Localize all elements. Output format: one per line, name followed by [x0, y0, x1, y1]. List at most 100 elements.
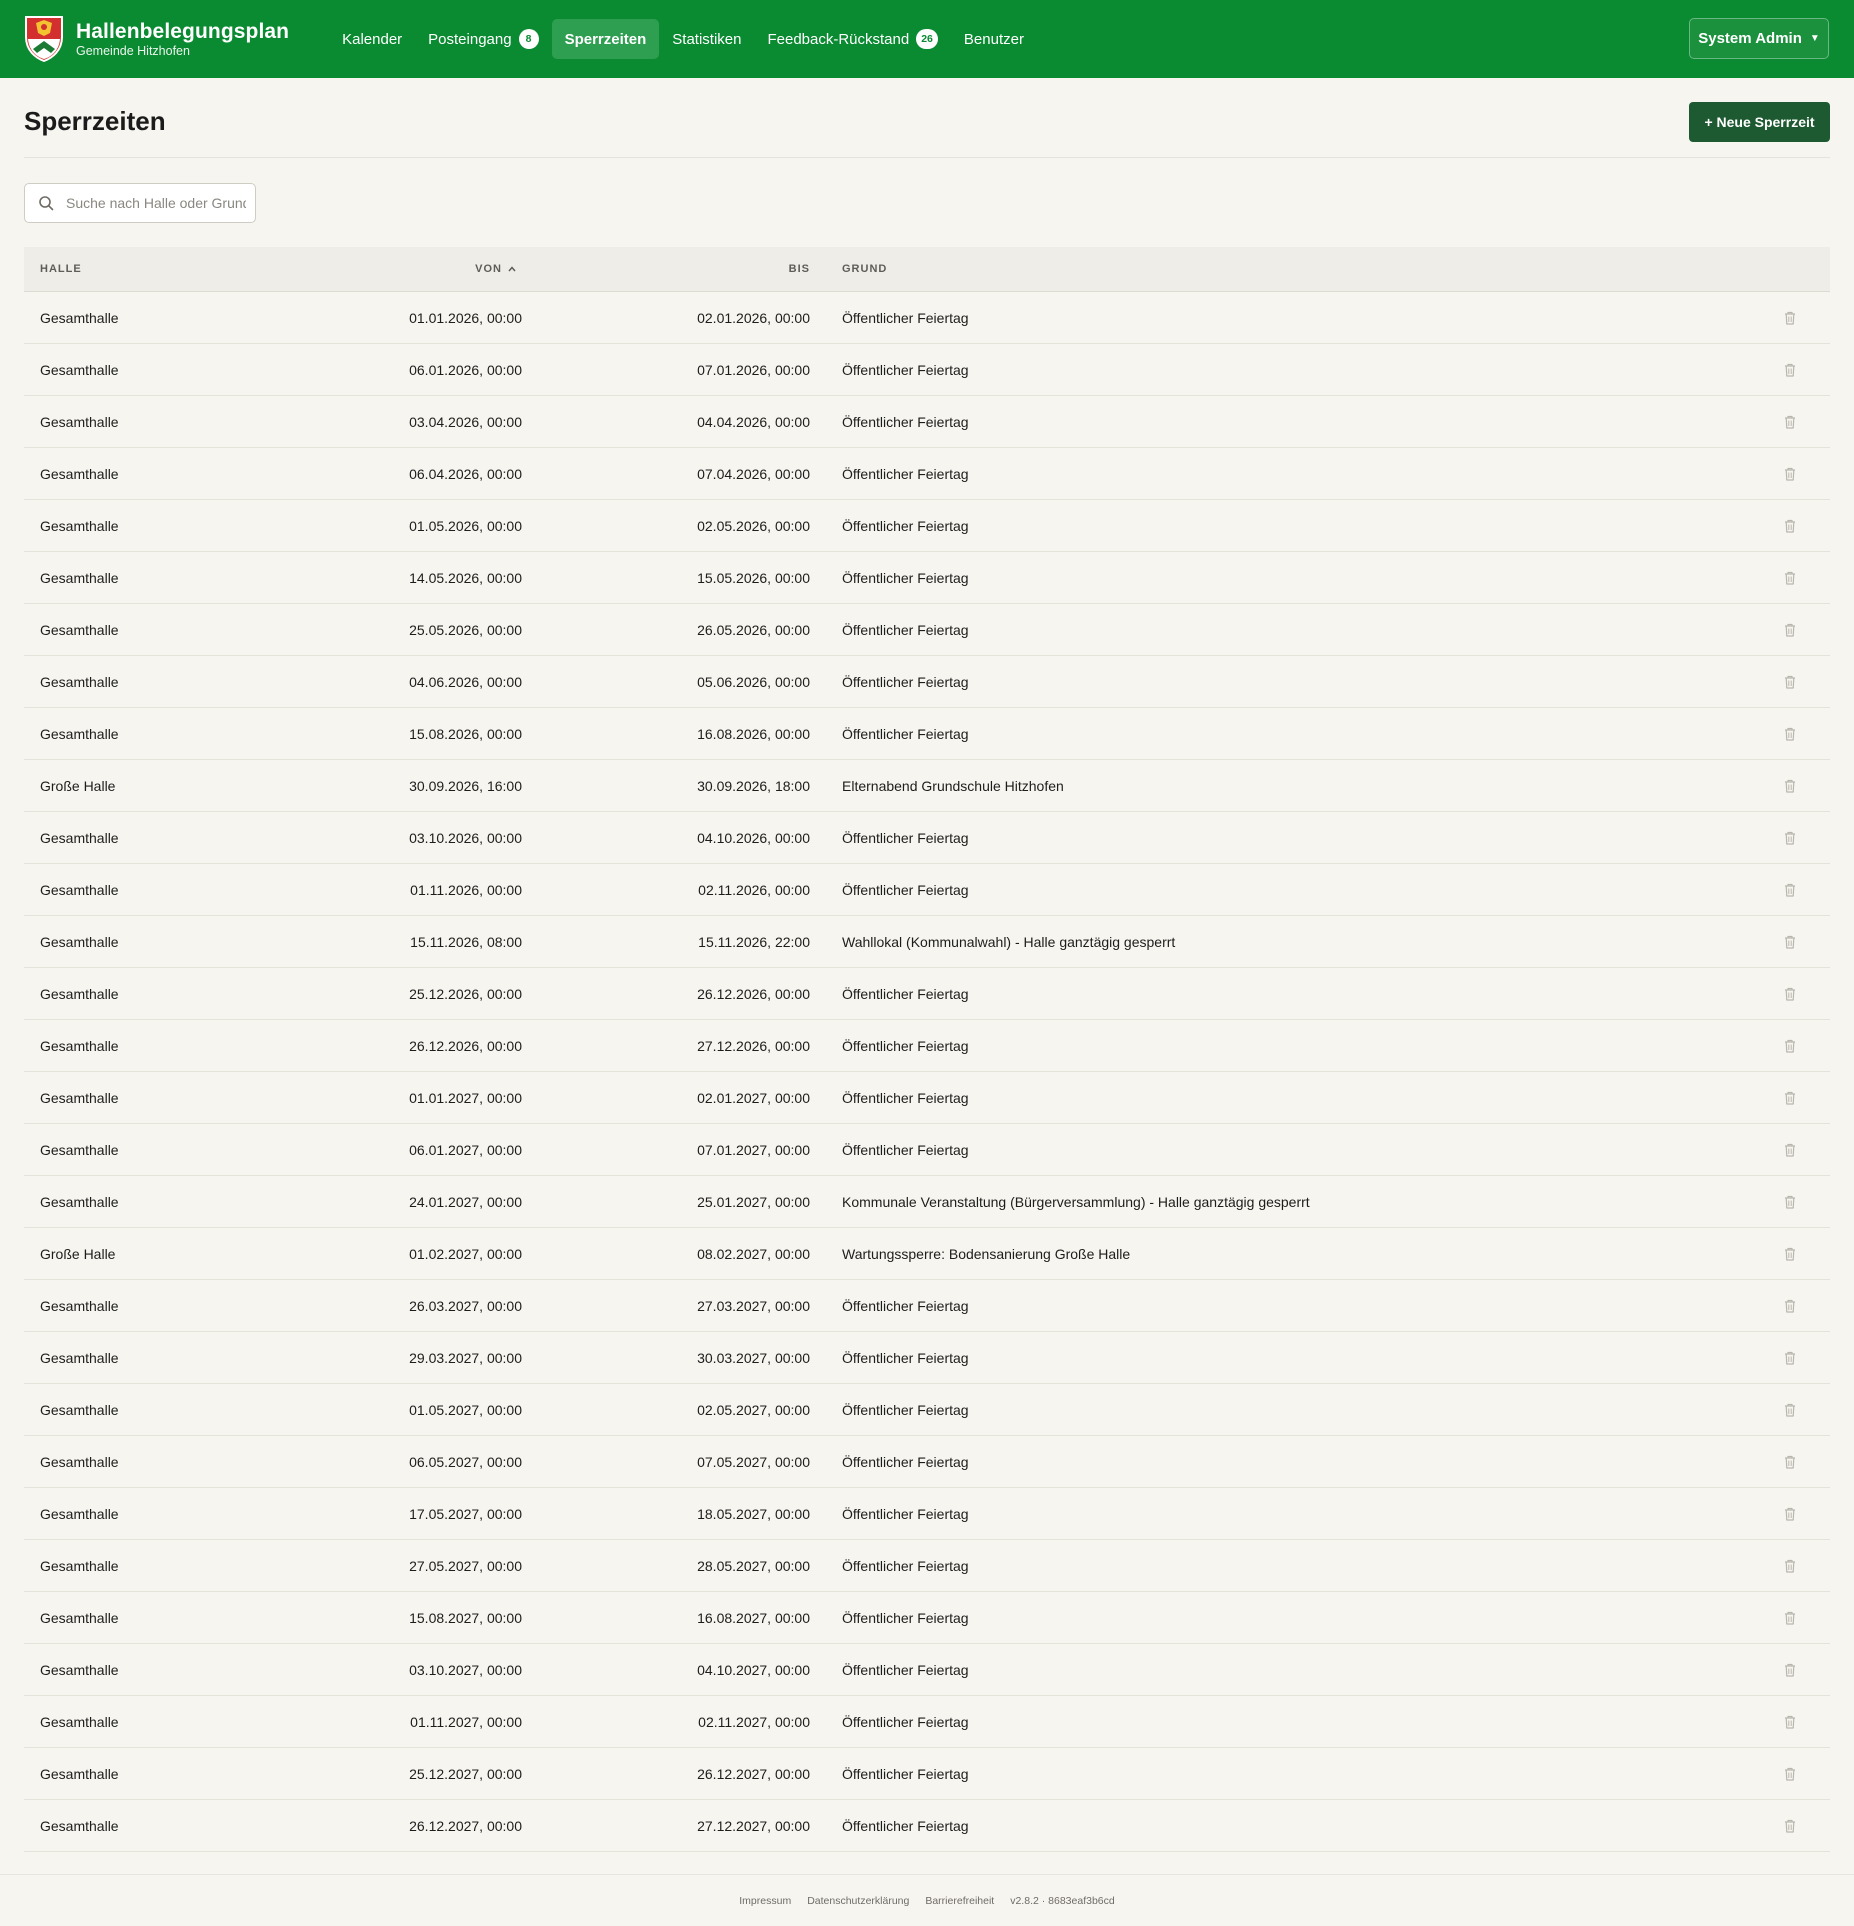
- trash-icon[interactable]: [1783, 622, 1797, 638]
- delete-button[interactable]: [1750, 1298, 1830, 1314]
- delete-button[interactable]: [1750, 1558, 1830, 1574]
- table-row[interactable]: Gesamthalle 03.04.2026, 00:00 04.04.2026, …: [24, 396, 1830, 448]
- trash-icon[interactable]: [1783, 570, 1797, 586]
- trash-icon[interactable]: [1783, 1662, 1797, 1678]
- delete-button[interactable]: [1750, 570, 1830, 586]
- delete-button[interactable]: [1750, 1766, 1830, 1782]
- trash-icon[interactable]: [1783, 1454, 1797, 1470]
- table-row[interactable]: Gesamthalle 03.10.2026, 00:00 04.10.2026, …: [24, 812, 1830, 864]
- table-row[interactable]: Gesamthalle 25.05.2026, 00:00 26.05.2026, …: [24, 604, 1830, 656]
- delete-button[interactable]: [1750, 622, 1830, 638]
- trash-icon[interactable]: [1783, 1714, 1797, 1730]
- trash-icon[interactable]: [1783, 1558, 1797, 1574]
- delete-button[interactable]: [1750, 882, 1830, 898]
- delete-button[interactable]: [1750, 1142, 1830, 1158]
- trash-icon[interactable]: [1783, 310, 1797, 326]
- delete-button[interactable]: [1750, 414, 1830, 430]
- table-row[interactable]: Gesamthalle 24.01.2027, 00:00 25.01.2027, …: [24, 1176, 1830, 1228]
- trash-icon[interactable]: [1783, 882, 1797, 898]
- delete-button[interactable]: [1750, 466, 1830, 482]
- table-row[interactable]: Gesamthalle 01.11.2027, 00:00 02.11.2027, …: [24, 1696, 1830, 1748]
- trash-icon[interactable]: [1783, 414, 1797, 430]
- trash-icon[interactable]: [1783, 830, 1797, 846]
- trash-icon[interactable]: [1783, 1350, 1797, 1366]
- table-row[interactable]: Gesamthalle 06.01.2027, 00:00 07.01.2027, …: [24, 1124, 1830, 1176]
- trash-icon[interactable]: [1783, 674, 1797, 690]
- search-input[interactable]: [66, 195, 246, 211]
- trash-icon[interactable]: [1783, 726, 1797, 742]
- delete-button[interactable]: [1750, 1090, 1830, 1106]
- trash-icon[interactable]: [1783, 1298, 1797, 1314]
- table-row[interactable]: Große Halle 30.09.2026, 16:00 30.09.2026, …: [24, 760, 1830, 812]
- delete-button[interactable]: [1750, 1454, 1830, 1470]
- table-row[interactable]: Gesamthalle 26.03.2027, 00:00 27.03.2027, …: [24, 1280, 1830, 1332]
- trash-icon[interactable]: [1783, 1818, 1797, 1834]
- footer-link-datenschutz[interactable]: Datenschutzerklärung: [807, 1895, 909, 1907]
- brand[interactable]: Hallenbelegungsplan Gemeinde Hitzhofen: [24, 15, 289, 63]
- delete-button[interactable]: [1750, 1246, 1830, 1262]
- footer-link-impressum[interactable]: Impressum: [739, 1895, 791, 1907]
- table-row[interactable]: Gesamthalle 06.01.2026, 00:00 07.01.2026, …: [24, 344, 1830, 396]
- delete-button[interactable]: [1750, 1350, 1830, 1366]
- trash-icon[interactable]: [1783, 1766, 1797, 1782]
- nav-sperrzeiten[interactable]: Sperrzeiten: [551, 19, 660, 59]
- trash-icon[interactable]: [1783, 1038, 1797, 1054]
- table-row[interactable]: Gesamthalle 15.08.2026, 00:00 16.08.2026, …: [24, 708, 1830, 760]
- nav-kalender[interactable]: Kalender: [329, 19, 415, 59]
- trash-icon[interactable]: [1783, 1142, 1797, 1158]
- trash-icon[interactable]: [1783, 1090, 1797, 1106]
- table-row[interactable]: Gesamthalle 17.05.2027, 00:00 18.05.2027, …: [24, 1488, 1830, 1540]
- table-row[interactable]: Große Halle 01.02.2027, 00:00 08.02.2027, …: [24, 1228, 1830, 1280]
- trash-icon[interactable]: [1783, 466, 1797, 482]
- nav-posteingang[interactable]: Posteingang 8: [415, 19, 551, 59]
- table-row[interactable]: Gesamthalle 25.12.2026, 00:00 26.12.2026, …: [24, 968, 1830, 1020]
- column-header-von[interactable]: VON: [257, 263, 522, 275]
- delete-button[interactable]: [1750, 830, 1830, 846]
- column-header-bis[interactable]: BIS: [522, 263, 810, 275]
- table-row[interactable]: Gesamthalle 15.08.2027, 00:00 16.08.2027, …: [24, 1592, 1830, 1644]
- trash-icon[interactable]: [1783, 1194, 1797, 1210]
- footer-link-barrierefreiheit[interactable]: Barrierefreiheit: [925, 1895, 994, 1907]
- delete-button[interactable]: [1750, 1610, 1830, 1626]
- table-row[interactable]: Gesamthalle 01.05.2027, 00:00 02.05.2027, …: [24, 1384, 1830, 1436]
- table-row[interactable]: Gesamthalle 01.01.2027, 00:00 02.01.2027, …: [24, 1072, 1830, 1124]
- table-row[interactable]: Gesamthalle 29.03.2027, 00:00 30.03.2027, …: [24, 1332, 1830, 1384]
- table-row[interactable]: Gesamthalle 26.12.2026, 00:00 27.12.2026, …: [24, 1020, 1830, 1072]
- table-row[interactable]: Gesamthalle 06.05.2027, 00:00 07.05.2027, …: [24, 1436, 1830, 1488]
- trash-icon[interactable]: [1783, 1246, 1797, 1262]
- delete-button[interactable]: [1750, 362, 1830, 378]
- table-row[interactable]: Gesamthalle 27.05.2027, 00:00 28.05.2027, …: [24, 1540, 1830, 1592]
- nav-feedback[interactable]: Feedback-Rückstand 26: [754, 19, 950, 59]
- trash-icon[interactable]: [1783, 934, 1797, 950]
- search-box[interactable]: [24, 183, 256, 223]
- delete-button[interactable]: [1750, 1038, 1830, 1054]
- delete-button[interactable]: [1750, 518, 1830, 534]
- table-row[interactable]: Gesamthalle 03.10.2027, 00:00 04.10.2027, …: [24, 1644, 1830, 1696]
- trash-icon[interactable]: [1783, 986, 1797, 1002]
- column-header-grund[interactable]: GRUND: [810, 263, 1750, 275]
- trash-icon[interactable]: [1783, 362, 1797, 378]
- table-row[interactable]: Gesamthalle 26.12.2027, 00:00 27.12.2027, …: [24, 1800, 1830, 1852]
- trash-icon[interactable]: [1783, 778, 1797, 794]
- trash-icon[interactable]: [1783, 518, 1797, 534]
- nav-statistiken[interactable]: Statistiken: [659, 19, 754, 59]
- delete-button[interactable]: [1750, 1818, 1830, 1834]
- table-row[interactable]: Gesamthalle 01.11.2026, 00:00 02.11.2026, …: [24, 864, 1830, 916]
- delete-button[interactable]: [1750, 1662, 1830, 1678]
- delete-button[interactable]: [1750, 778, 1830, 794]
- table-row[interactable]: Gesamthalle 25.12.2027, 00:00 26.12.2027, …: [24, 1748, 1830, 1800]
- new-sperrzeit-button[interactable]: + Neue Sperrzeit: [1689, 102, 1830, 142]
- user-menu-button[interactable]: System Admin ▼: [1689, 18, 1829, 59]
- delete-button[interactable]: [1750, 934, 1830, 950]
- delete-button[interactable]: [1750, 310, 1830, 326]
- table-row[interactable]: Gesamthalle 06.04.2026, 00:00 07.04.2026, …: [24, 448, 1830, 500]
- trash-icon[interactable]: [1783, 1610, 1797, 1626]
- table-row[interactable]: Gesamthalle 01.01.2026, 00:00 02.01.2026, …: [24, 292, 1830, 344]
- delete-button[interactable]: [1750, 674, 1830, 690]
- delete-button[interactable]: [1750, 1506, 1830, 1522]
- delete-button[interactable]: [1750, 1714, 1830, 1730]
- delete-button[interactable]: [1750, 726, 1830, 742]
- table-row[interactable]: Gesamthalle 01.05.2026, 00:00 02.05.2026, …: [24, 500, 1830, 552]
- delete-button[interactable]: [1750, 1194, 1830, 1210]
- nav-benutzer[interactable]: Benutzer: [951, 19, 1037, 59]
